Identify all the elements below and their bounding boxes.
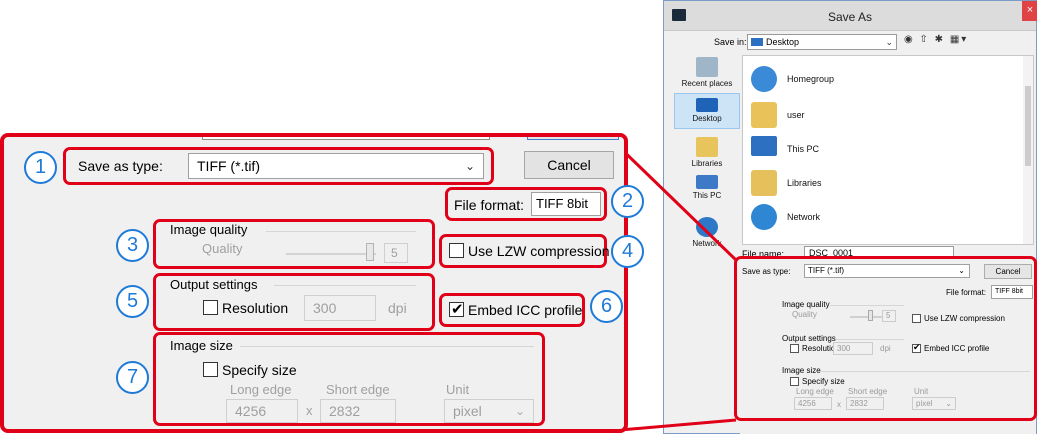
callout-2: 2 bbox=[611, 185, 644, 218]
save-in-label: Save in: bbox=[714, 37, 747, 47]
save-in-dropdown[interactable]: Desktop ⌄ bbox=[747, 34, 897, 50]
lzw-label: Use LZW compression bbox=[468, 243, 610, 259]
enlarged-settings-panel: Save as type: TIFF (*.tif) ⌄ Cancel File… bbox=[0, 133, 628, 433]
group-divider bbox=[274, 285, 416, 286]
unit-label: Unit bbox=[446, 382, 470, 397]
dpi-label: dpi bbox=[388, 300, 407, 316]
file-label: This PC bbox=[787, 144, 820, 154]
place-recent-places[interactable]: Recent places bbox=[674, 57, 740, 88]
times-label: x bbox=[306, 403, 313, 418]
save-button-fragment bbox=[527, 137, 619, 140]
network-icon bbox=[751, 204, 777, 230]
chevron-down-icon: ⌄ bbox=[514, 404, 525, 418]
place-this-pc[interactable]: This PC bbox=[674, 175, 740, 200]
quality-value: 5 bbox=[384, 243, 408, 263]
long-edge-label: Long edge bbox=[230, 382, 292, 397]
callout-7: 7 bbox=[116, 361, 149, 394]
place-label: Recent places bbox=[681, 79, 733, 88]
recent-places-icon bbox=[696, 57, 718, 77]
network-icon bbox=[696, 217, 718, 237]
file-format-label: File format: bbox=[454, 197, 525, 213]
place-libraries[interactable]: Libraries bbox=[674, 137, 740, 168]
save-as-type-value: TIFF (*.tif) bbox=[197, 158, 260, 174]
callout-6: 6 bbox=[590, 290, 623, 323]
image-size-label: Image size bbox=[170, 338, 233, 353]
libraries-folder-icon bbox=[751, 170, 777, 196]
resolution-value: 300 bbox=[304, 295, 376, 321]
quality-slider[interactable] bbox=[286, 253, 376, 255]
places-bar: Recent places Desktop Libraries This PC … bbox=[674, 55, 744, 255]
resolution-label: Resolution bbox=[222, 300, 289, 316]
save-in-value: Desktop bbox=[766, 37, 800, 47]
chevron-down-icon: ⌄ bbox=[885, 37, 893, 47]
file-label: Network bbox=[787, 212, 821, 222]
user-folder-icon bbox=[751, 102, 777, 128]
short-edge-label: Short edge bbox=[326, 382, 390, 397]
this-pc-icon bbox=[751, 136, 777, 156]
unit-value: pixel bbox=[453, 403, 482, 419]
long-edge-value: 4256 bbox=[226, 399, 298, 423]
quality-label: Quality bbox=[202, 241, 243, 256]
specify-size-checkbox[interactable] bbox=[203, 362, 218, 377]
file-label: Libraries bbox=[787, 178, 822, 188]
place-network[interactable]: Network bbox=[674, 217, 740, 248]
output-settings-label: Output settings bbox=[170, 277, 258, 292]
chevron-down-icon: ⌄ bbox=[464, 159, 475, 173]
homegroup-icon bbox=[751, 66, 777, 92]
callout-3: 3 bbox=[116, 229, 149, 262]
quality-slider-thumb[interactable] bbox=[366, 243, 374, 261]
dialog-titlebar: Save As × bbox=[664, 1, 1037, 31]
place-label: Libraries bbox=[691, 159, 723, 168]
resolution-checkbox[interactable] bbox=[203, 300, 218, 315]
embed-icc-checkbox[interactable] bbox=[449, 300, 464, 318]
place-label: Network bbox=[692, 239, 722, 248]
file-list: Homegroup user This PC Libraries Network bbox=[742, 55, 1034, 245]
place-label: This PC bbox=[692, 191, 722, 200]
close-button[interactable]: × bbox=[1022, 1, 1037, 21]
specify-size-label: Specify size bbox=[222, 362, 297, 378]
save-as-type-select[interactable]: TIFF (*.tif) ⌄ bbox=[188, 153, 484, 179]
unit-select[interactable]: pixel ⌄ bbox=[444, 399, 534, 423]
file-label: Homegroup bbox=[787, 74, 835, 84]
file-list-scrollbar[interactable] bbox=[1023, 56, 1033, 244]
file-label: user bbox=[787, 110, 805, 120]
image-quality-label: Image quality bbox=[170, 222, 248, 237]
short-edge-value: 2832 bbox=[320, 399, 396, 423]
this-pc-icon bbox=[696, 175, 718, 189]
lzw-checkbox[interactable] bbox=[449, 243, 464, 258]
file-name-input-fragment bbox=[202, 137, 490, 140]
callout-1: 1 bbox=[24, 151, 57, 184]
group-divider bbox=[266, 231, 416, 232]
place-label: Desktop bbox=[692, 114, 722, 123]
dialog-highlight-frame bbox=[734, 256, 1037, 421]
callout-5: 5 bbox=[116, 285, 149, 318]
cancel-button[interactable]: Cancel bbox=[524, 151, 614, 179]
embed-icc-label: Embed ICC profile bbox=[468, 302, 583, 318]
dialog-title: Save As bbox=[827, 10, 873, 24]
file-format-value: TIFF 8bit bbox=[531, 192, 601, 216]
figure-root: Save As × Save in: Desktop ⌄ ◉ ⇧ ✱ ▦▾ Re… bbox=[0, 0, 1037, 434]
place-desktop[interactable]: Desktop bbox=[674, 93, 740, 129]
toolbar-icons[interactable]: ◉ ⇧ ✱ ▦▾ bbox=[904, 34, 968, 45]
libraries-icon bbox=[696, 137, 718, 157]
desktop-icon bbox=[751, 38, 763, 46]
scrollbar-thumb[interactable] bbox=[1025, 86, 1031, 166]
desktop-icon bbox=[696, 98, 718, 112]
save-as-type-label: Save as type: bbox=[78, 158, 163, 174]
group-divider bbox=[240, 346, 534, 347]
callout-4: 4 bbox=[611, 235, 644, 268]
